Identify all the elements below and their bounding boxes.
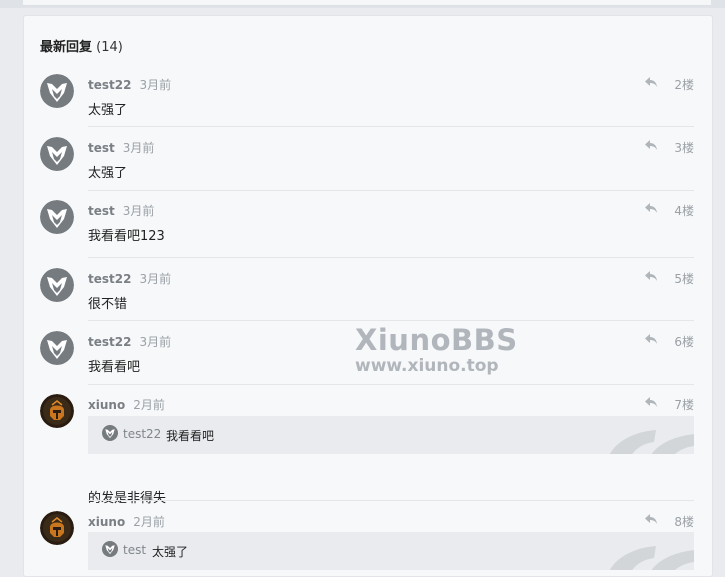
reply-icon[interactable]: [644, 396, 658, 408]
previous-card-edge: [23, 0, 711, 6]
post-meta: xiuno 2月前: [88, 396, 165, 413]
post-time: 2月前: [133, 398, 165, 412]
post-time: 3月前: [122, 204, 155, 218]
reply-icon[interactable]: [644, 270, 658, 282]
post-meta: test22 3月前: [88, 333, 171, 350]
post-time: 3月前: [139, 272, 172, 286]
post-divider: [88, 126, 694, 127]
quote-text: 太强了: [152, 545, 189, 559]
floor-number: 5楼: [674, 272, 694, 286]
post-divider: [88, 500, 694, 501]
reply-icon[interactable]: [644, 202, 658, 214]
post-content: 太强了: [88, 103, 128, 118]
quote-username[interactable]: test22: [123, 427, 161, 441]
quote-text: 我看看吧: [166, 429, 215, 443]
reply-icon[interactable]: [644, 76, 658, 88]
post-meta: test22 3月前: [88, 270, 171, 287]
post-content: 我看看吧123: [88, 229, 165, 244]
floor-number: 4楼: [674, 204, 694, 218]
avatar[interactable]: [40, 268, 74, 302]
username[interactable]: test22: [88, 78, 131, 92]
quote-username[interactable]: test: [123, 543, 146, 557]
post-content: 我看看吧: [88, 360, 141, 375]
username[interactable]: xiuno: [88, 398, 125, 412]
post-time: 3月前: [139, 78, 172, 92]
post-content: 太强了: [88, 166, 128, 181]
avatar[interactable]: [40, 200, 74, 234]
avatar[interactable]: [40, 511, 74, 545]
quote-avatar-icon: [102, 541, 118, 557]
avatar[interactable]: [40, 74, 74, 108]
username[interactable]: test: [88, 204, 115, 218]
post-meta: xiuno 2月前: [88, 513, 165, 530]
post-meta: test22 3月前: [88, 76, 171, 93]
quote-avatar-icon: [102, 425, 118, 441]
username[interactable]: test22: [88, 335, 131, 349]
username[interactable]: test22: [88, 272, 131, 286]
post-divider: [88, 257, 694, 258]
reply-icon[interactable]: [644, 333, 658, 345]
post-meta: test 3月前: [88, 139, 154, 156]
floor-number: 2楼: [674, 78, 694, 92]
quote-mark-icon: [609, 430, 694, 454]
quote-mark-icon: [609, 546, 694, 570]
floor-number: 8楼: [674, 515, 694, 529]
quote-block: test 太强了: [88, 532, 694, 570]
card-header: 最新回复 (14): [40, 36, 123, 55]
avatar[interactable]: [40, 137, 74, 171]
floor-number: 6楼: [674, 335, 694, 349]
username[interactable]: xiuno: [88, 515, 125, 529]
post-time: 3月前: [139, 335, 172, 349]
username[interactable]: test: [88, 141, 115, 155]
reply-icon[interactable]: [644, 513, 658, 525]
reply-count: (14): [96, 40, 123, 55]
post-time: 2月前: [133, 515, 165, 529]
floor-number: 3楼: [674, 141, 694, 155]
floor-number: 7楼: [674, 398, 694, 412]
post-meta: test 3月前: [88, 202, 154, 219]
post-divider: [88, 384, 694, 385]
post-time: 3月前: [122, 141, 155, 155]
reply-icon[interactable]: [644, 139, 658, 151]
quote-block: test22 我看看吧: [88, 416, 694, 454]
post-content: 很不错: [88, 297, 128, 312]
post-divider: [88, 190, 694, 191]
avatar[interactable]: [40, 394, 74, 428]
card-title: 最新回复: [40, 40, 93, 55]
avatar[interactable]: [40, 331, 74, 365]
post-content: 的发是非得失: [88, 491, 167, 506]
latest-replies-card: 最新回复 (14) test22 3月前 2楼 太强了 test 3月前 3楼 …: [23, 15, 713, 577]
post-divider: [88, 320, 694, 321]
